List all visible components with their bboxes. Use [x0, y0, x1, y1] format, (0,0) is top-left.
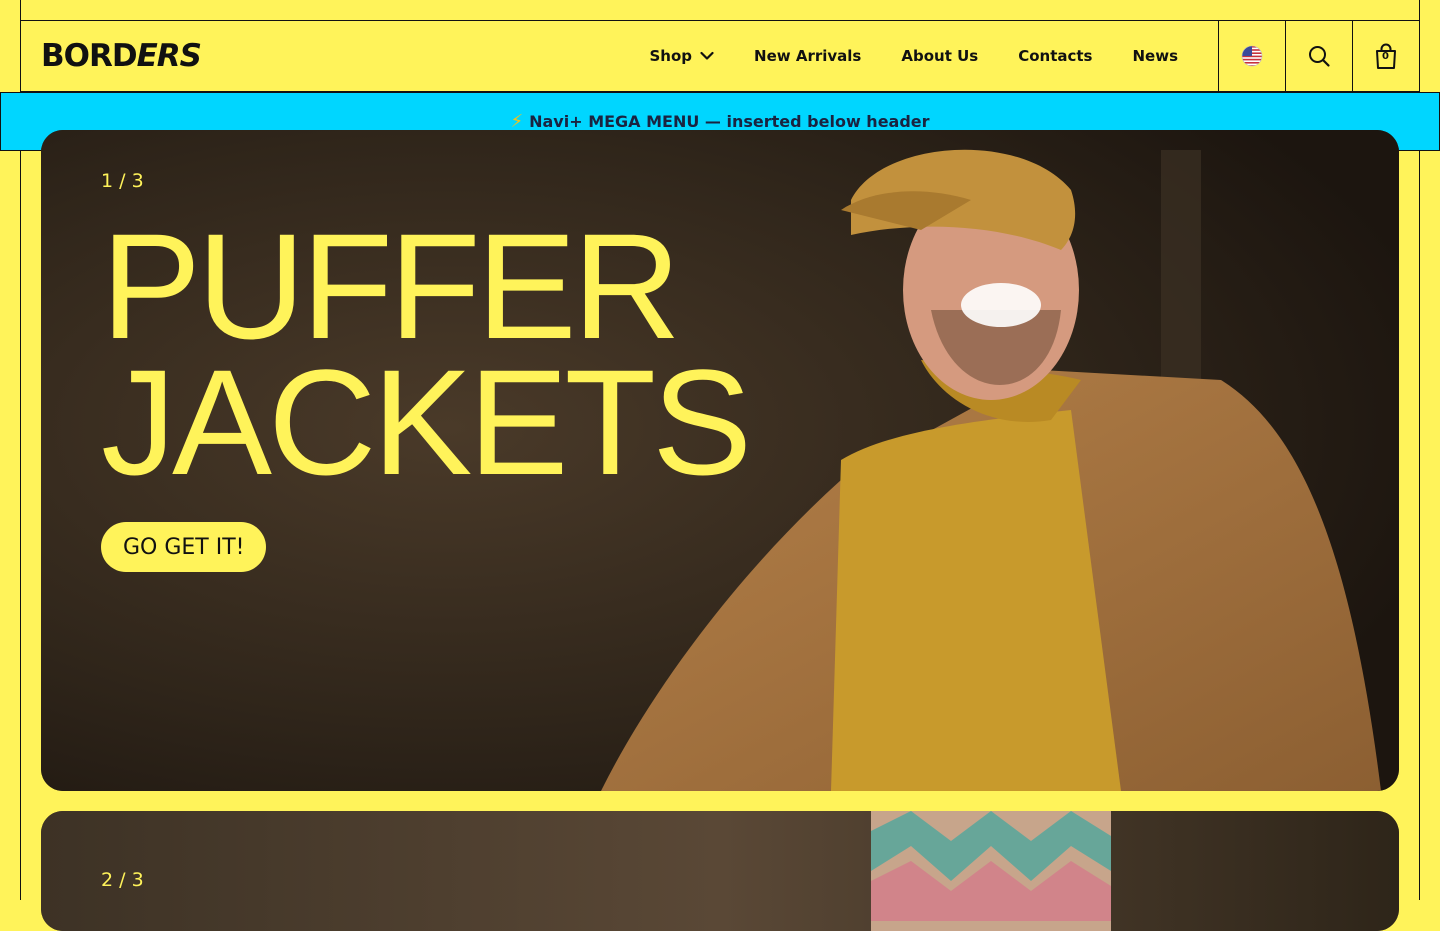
- mega-menu-banner-text: Navi+ MEGA MENU — inserted below header: [529, 112, 930, 131]
- locale-button[interactable]: [1218, 21, 1285, 91]
- logo-text-start: BORD: [41, 38, 138, 74]
- hero-slide-2: 2 / 3: [41, 811, 1399, 931]
- nav-news-label: News: [1132, 47, 1178, 65]
- nav-contacts[interactable]: Contacts: [1018, 47, 1092, 65]
- logo-text-end: ERS: [136, 38, 202, 74]
- nav-contacts-label: Contacts: [1018, 47, 1093, 65]
- cart-count: 0: [1382, 51, 1389, 62]
- slide-counter: 1 / 3: [101, 170, 144, 192]
- hero-headline-line-2: JACKETS: [101, 338, 752, 506]
- slide-counter: 2 / 3: [101, 869, 144, 891]
- lightning-icon: ⚡: [510, 111, 524, 132]
- hero-slide-1: 1 / 3 PUFFER JACKETS GO GET IT!: [41, 130, 1399, 791]
- hero-photo-2: [41, 811, 1399, 931]
- hero-headline: PUFFER JACKETS: [101, 211, 752, 497]
- nav-shop-label: Shop: [649, 47, 693, 65]
- nav-about-us-label: About Us: [901, 47, 979, 65]
- nav-news[interactable]: News: [1132, 47, 1178, 65]
- chevron-down-icon: [700, 51, 714, 60]
- search-icon: [1309, 46, 1330, 67]
- nav-shop[interactable]: Shop: [650, 47, 715, 65]
- cart-button[interactable]: 0: [1352, 21, 1419, 91]
- go-get-it-button[interactable]: GO GET IT!: [101, 522, 267, 572]
- site-header: BORD ERS Shop New Arrivals About Us Conta…: [20, 20, 1420, 92]
- search-button[interactable]: [1285, 21, 1352, 91]
- nav-about-us[interactable]: About Us: [901, 47, 978, 65]
- nav-new-arrivals-label: New Arrivals: [754, 47, 862, 65]
- logo[interactable]: BORD ERS: [21, 21, 202, 91]
- nav-new-arrivals[interactable]: New Arrivals: [754, 47, 861, 65]
- us-flag-icon: [1241, 45, 1263, 67]
- main-nav: Shop New Arrivals About Us Contacts News: [650, 21, 1219, 91]
